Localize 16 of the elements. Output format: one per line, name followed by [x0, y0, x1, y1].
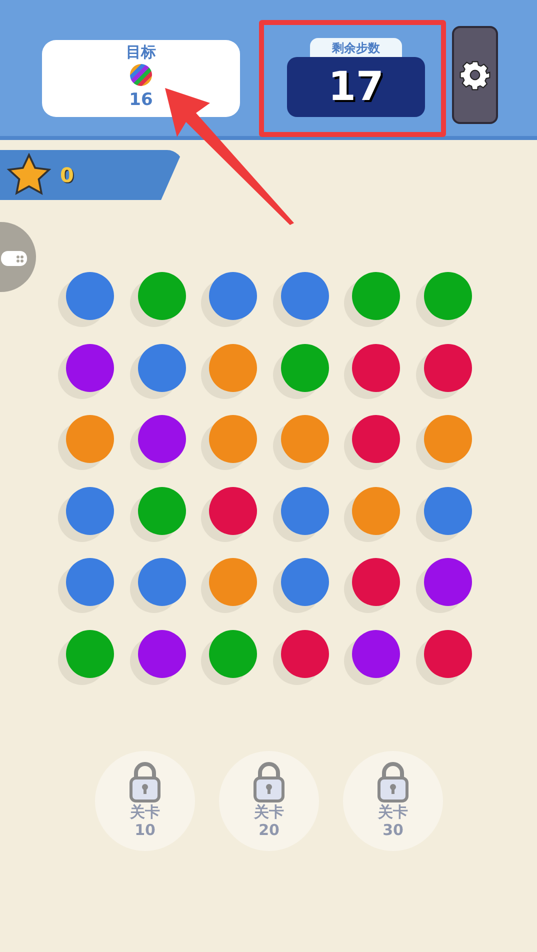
level-number: 20 [258, 820, 280, 838]
level-number: 30 [382, 820, 404, 838]
level-label: 关卡 [254, 802, 284, 820]
moves-count: 17 [328, 67, 384, 107]
level-button[interactable]: 关卡 20 [219, 750, 319, 850]
level-button[interactable]: 关卡 30 [343, 750, 443, 850]
level-label: 关卡 [378, 802, 408, 820]
star-icon [6, 153, 52, 197]
goal-count: 16 [129, 90, 153, 110]
settings-button[interactable] [452, 26, 498, 124]
star-count: 0 [60, 162, 74, 189]
level-number: 10 [134, 820, 156, 838]
level-button[interactable]: 关卡 10 [95, 750, 195, 850]
level-label: 关卡 [130, 802, 160, 820]
goal-label: 目标 [126, 43, 156, 61]
settings-icon [459, 59, 491, 91]
